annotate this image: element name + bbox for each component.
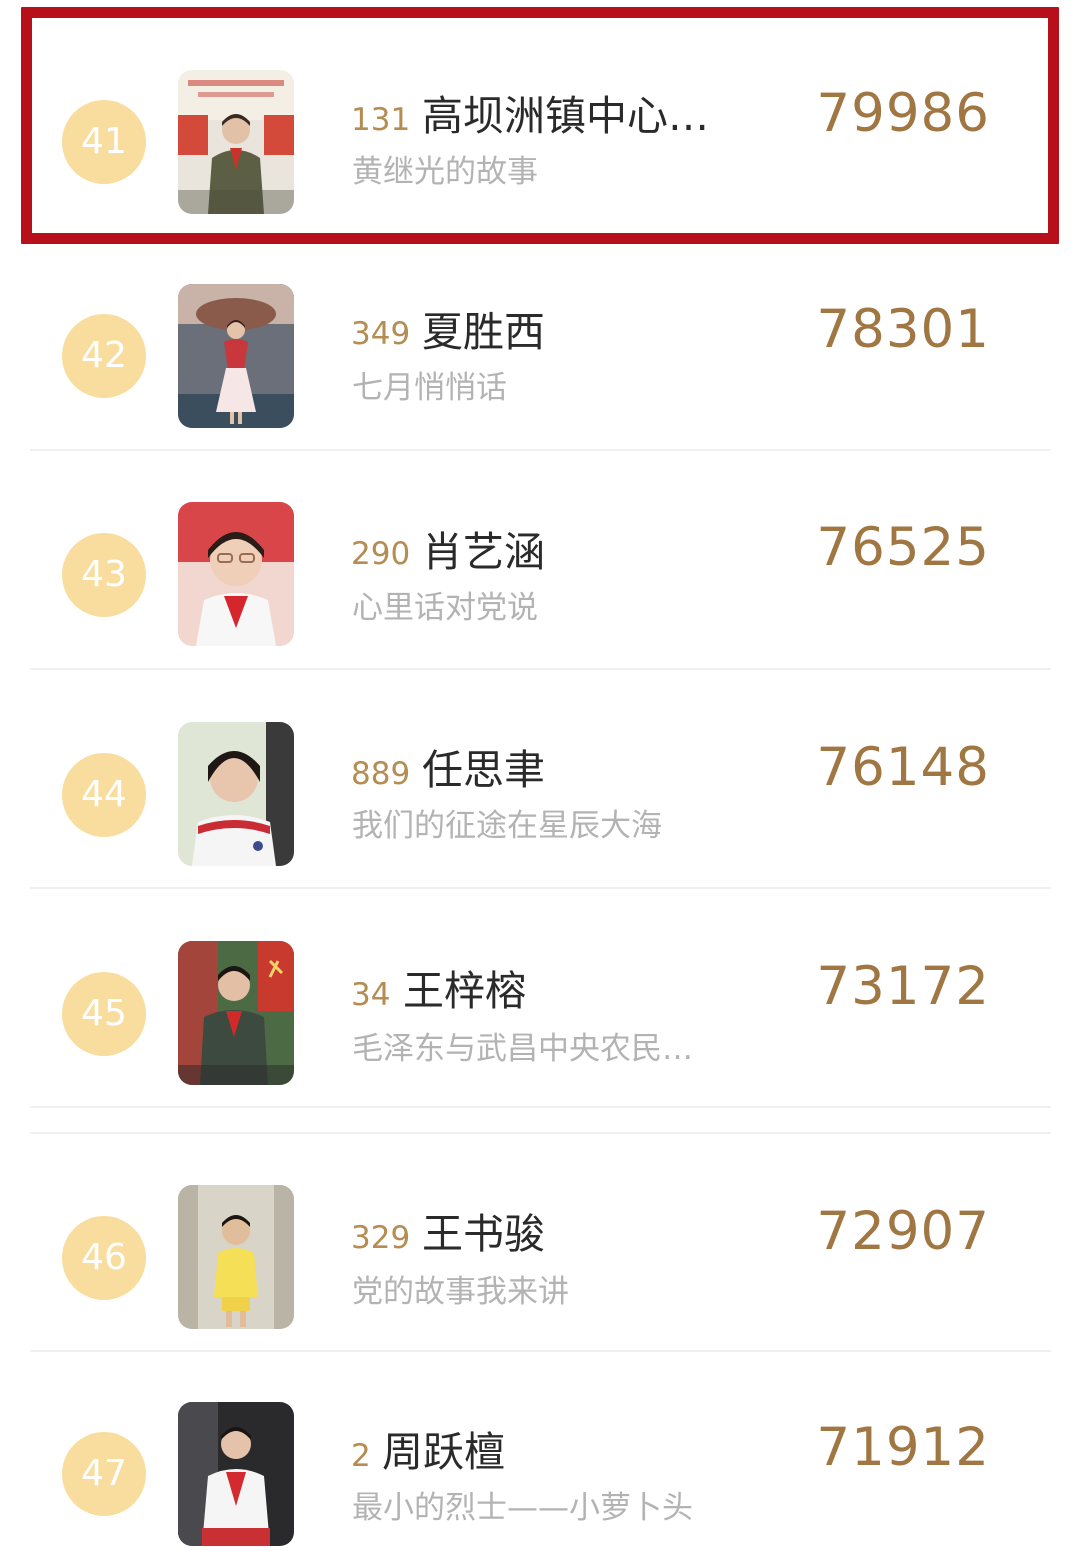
ranking-row[interactable]: 46 329 王书骏 党的故事我来讲 72907 — [0, 1122, 1080, 1340]
entry-name: 王书骏 — [422, 1210, 545, 1258]
entry-number: 290 — [351, 536, 411, 572]
avatar-thumbnail[interactable] — [178, 502, 294, 646]
rank-badge: 45 — [62, 972, 146, 1056]
entry-name: 任思聿 — [422, 746, 545, 794]
ranking-list: 41 131 高坝洲镇中心… 黄继光的故事 79986 42 349 夏胜西 七… — [0, 0, 1080, 1563]
ranking-row[interactable]: 42 349 夏胜西 七月悄悄话 78301 — [0, 222, 1080, 440]
entry-title: 我们的征途在星辰大海 — [352, 808, 662, 844]
entry-number: 329 — [351, 1220, 411, 1256]
entry-number: 889 — [351, 756, 411, 792]
avatar-thumbnail[interactable] — [178, 1185, 294, 1329]
child-photo-icon — [178, 1185, 294, 1329]
entry-name: 王梓榕 — [403, 967, 526, 1015]
rank-badge: 42 — [62, 314, 146, 398]
entry-name: 夏胜西 — [422, 308, 545, 356]
ranking-row[interactable]: 43 290 肖艺涵 心里话对党说 76525 — [0, 440, 1080, 658]
entry-title: 心里话对党说 — [352, 590, 538, 626]
child-photo-icon — [178, 722, 294, 866]
vote-count: 71912 — [816, 1417, 990, 1478]
entry-title: 最小的烈士——小萝卜头 — [352, 1490, 693, 1526]
rank-badge: 44 — [62, 753, 146, 837]
avatar-thumbnail[interactable] — [178, 284, 294, 428]
entry-name: 肖艺涵 — [422, 528, 545, 576]
child-photo-icon — [178, 1402, 294, 1546]
rank-badge: 46 — [62, 1216, 146, 1300]
highlight-frame — [21, 7, 1059, 244]
child-photo-icon — [178, 502, 294, 646]
ranking-row[interactable]: 44 889 任思聿 我们的征途在星辰大海 76148 — [0, 660, 1080, 878]
vote-count: 78301 — [816, 299, 990, 360]
ranking-row[interactable]: 47 2 周跃檀 最小的烈士——小萝卜头 71912 — [0, 1340, 1080, 1558]
avatar-thumbnail[interactable] — [178, 1402, 294, 1546]
vote-count: 73172 — [816, 956, 990, 1017]
entry-number: 2 — [351, 1438, 371, 1474]
vote-count: 76148 — [816, 737, 990, 798]
avatar-thumbnail[interactable] — [178, 722, 294, 866]
entry-title: 党的故事我来讲 — [352, 1274, 569, 1310]
entry-number: 349 — [351, 316, 411, 352]
entry-title: 七月悄悄话 — [352, 370, 507, 406]
vote-count: 76525 — [816, 517, 990, 578]
entry-number: 34 — [351, 977, 391, 1013]
ranking-row[interactable]: 45 34 王梓榕 毛泽东与武昌中央农民… 73172 — [0, 879, 1080, 1097]
entry-name: 周跃檀 — [382, 1428, 505, 1476]
rank-badge: 43 — [62, 533, 146, 617]
avatar-thumbnail[interactable] — [178, 941, 294, 1085]
child-photo-icon — [178, 284, 294, 428]
rank-badge: 47 — [62, 1432, 146, 1516]
child-photo-icon — [178, 941, 294, 1085]
vote-count: 72907 — [816, 1201, 990, 1262]
entry-title: 毛泽东与武昌中央农民… — [352, 1031, 693, 1067]
row-divider — [30, 1106, 1051, 1108]
